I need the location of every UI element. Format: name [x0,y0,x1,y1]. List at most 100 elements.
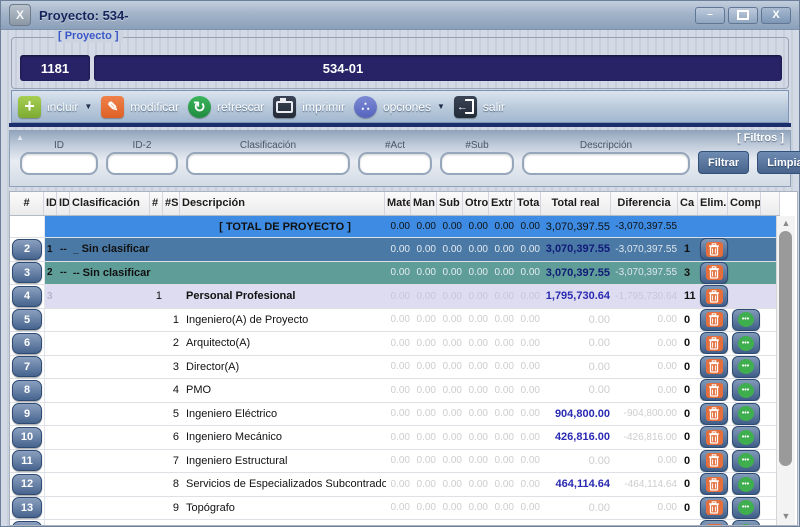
filter-input-Clasificación[interactable] [186,152,350,175]
row-number-button[interactable]: 12 [12,474,42,495]
table-row: 95Ingeniero Eléctrico0.000.000.000.000.0… [10,403,780,427]
column-header-Man[interactable]: Man [411,192,437,215]
delete-button[interactable] [700,403,728,425]
row-number-button[interactable]: 13 [12,497,42,518]
delete-button[interactable] [700,262,728,284]
delete-button[interactable] [700,520,728,526]
filter-label: #Sub [465,140,488,151]
delete-button[interactable] [700,379,728,401]
trash-icon [706,383,723,398]
close-button[interactable]: X [761,7,791,24]
delete-button[interactable] [700,332,728,354]
row-number-button[interactable]: 4 [12,286,42,307]
column-header-Sub[interactable]: Sub [437,192,463,215]
row-number-button[interactable]: 8 [12,380,42,401]
column-header-Tota[interactable]: Tota [515,192,541,215]
ellipsis-icon: ••• [738,406,754,421]
column-header-#[interactable]: # [10,192,44,215]
refresh-icon: ↻ [188,96,211,118]
complements-button[interactable]: ••• [732,520,760,526]
delete-button[interactable] [700,285,728,307]
row-number-button[interactable]: 9 [12,403,42,424]
column-header-#S[interactable]: #S [163,192,180,215]
delete-button[interactable] [700,497,728,519]
app-window: X Proyecto: 534- – X [ Proyecto ] 1181 5… [0,0,800,527]
filter-input-ID-2[interactable] [106,152,178,175]
column-header-Clasificación[interactable]: Clasificación [70,192,150,215]
delete-button[interactable] [700,356,728,378]
filter-input-#Sub[interactable] [440,152,514,175]
ellipsis-icon: ••• [738,430,754,445]
toolbar-button-refrescar[interactable]: ↻ refrescar [188,96,264,118]
delete-button[interactable] [700,473,728,495]
toolbar-button-imprimir[interactable]: imprimir [273,96,345,118]
filter-label: ID [54,140,64,151]
minimize-button[interactable]: – [695,7,725,24]
row-number-button[interactable]: 7 [12,356,42,377]
project-id-field: 1181 [20,55,90,81]
scroll-up-icon[interactable]: ▲ [777,216,795,230]
toolbar-label: refrescar [217,100,264,114]
clear-button[interactable]: Limpiar [757,151,800,174]
complements-button[interactable]: ••• [732,403,760,425]
toolbar-button-salir[interactable]: ←salir [454,96,505,118]
trash-icon [706,430,723,445]
ellipsis-icon: ••• [738,453,754,468]
delete-button[interactable] [700,238,728,260]
classification-label: Sin clasificar [83,267,151,279]
row-number-button[interactable]: 3 [12,262,42,283]
filter-label: #Act [385,140,405,151]
vertical-scrollbar[interactable]: ▲ ▼ [776,216,795,525]
complements-button[interactable]: ••• [732,497,760,519]
maximize-button[interactable] [728,7,758,24]
delete-button[interactable] [700,426,728,448]
ellipsis-icon: ••• [738,312,754,327]
complements-button[interactable]: ••• [732,332,760,354]
complements-button[interactable]: ••• [732,379,760,401]
row-number-button[interactable]: 14 [12,521,42,526]
column-header-ID[interactable]: ID [44,192,57,215]
column-header-Extr[interactable]: Extr [489,192,515,215]
scroll-down-icon[interactable]: ▼ [777,509,795,523]
column-header-Total real[interactable]: Total real [541,192,611,215]
row-number-button[interactable]: 2 [12,239,42,260]
delete-button[interactable] [700,450,728,472]
dropdown-arrow-icon[interactable]: ▼ [437,102,445,111]
column-header-Descripción[interactable]: Descripción [180,192,385,215]
table-row: 117Ingeniero Estructural0.000.000.000.00… [10,450,780,474]
filter-button[interactable]: Filtrar [698,151,749,174]
toolbar-button-incluir[interactable]: +incluir▼ [18,96,92,118]
column-header-Elim.[interactable]: Elim. [698,192,728,215]
toolbar-button-modificar[interactable]: ✎modificar [101,96,179,118]
complements-button[interactable]: ••• [732,473,760,495]
filter-field-ID-2: ID-2 [106,140,178,175]
complements-button[interactable]: ••• [732,309,760,331]
data-grid: #IDIDClasificación##SDescripciónMateManS… [9,191,798,526]
toolbar-button-opciones[interactable]: ∴opciones▼ [354,96,445,118]
column-header-#[interactable]: # [150,192,163,215]
scrollbar-thumb[interactable] [779,231,792,466]
filter-input-Descripción[interactable] [522,152,690,175]
column-header-Otro[interactable]: Otro [463,192,489,215]
column-header-ID[interactable]: ID [57,192,70,215]
options-icon: ∴ [354,96,377,118]
delete-button[interactable] [700,309,728,331]
filter-input-ID[interactable] [20,152,98,175]
row-number-button[interactable]: 11 [12,450,42,471]
filter-input-#Act[interactable] [358,152,432,175]
complements-button[interactable]: ••• [732,426,760,448]
column-header-Mate[interactable]: Mate [385,192,411,215]
app-icon: X [9,4,31,26]
dropdown-arrow-icon[interactable]: ▼ [84,102,92,111]
column-header-Diferencia[interactable]: Diferencia [611,192,678,215]
column-header-Comp[interactable]: Comp [728,192,761,215]
row-number-button[interactable]: 5 [12,309,42,330]
row-number-button[interactable]: 10 [12,427,42,448]
column-header-Ca[interactable]: Ca [678,192,698,215]
toolbar-label: modificar [130,100,179,114]
table-row: 128Servicios de Especializados Subcontra… [10,473,780,497]
complements-button[interactable]: ••• [732,356,760,378]
complements-button[interactable]: ••• [732,450,760,472]
toolbar-label: imprimir [302,100,345,114]
row-number-button[interactable]: 6 [12,333,42,354]
